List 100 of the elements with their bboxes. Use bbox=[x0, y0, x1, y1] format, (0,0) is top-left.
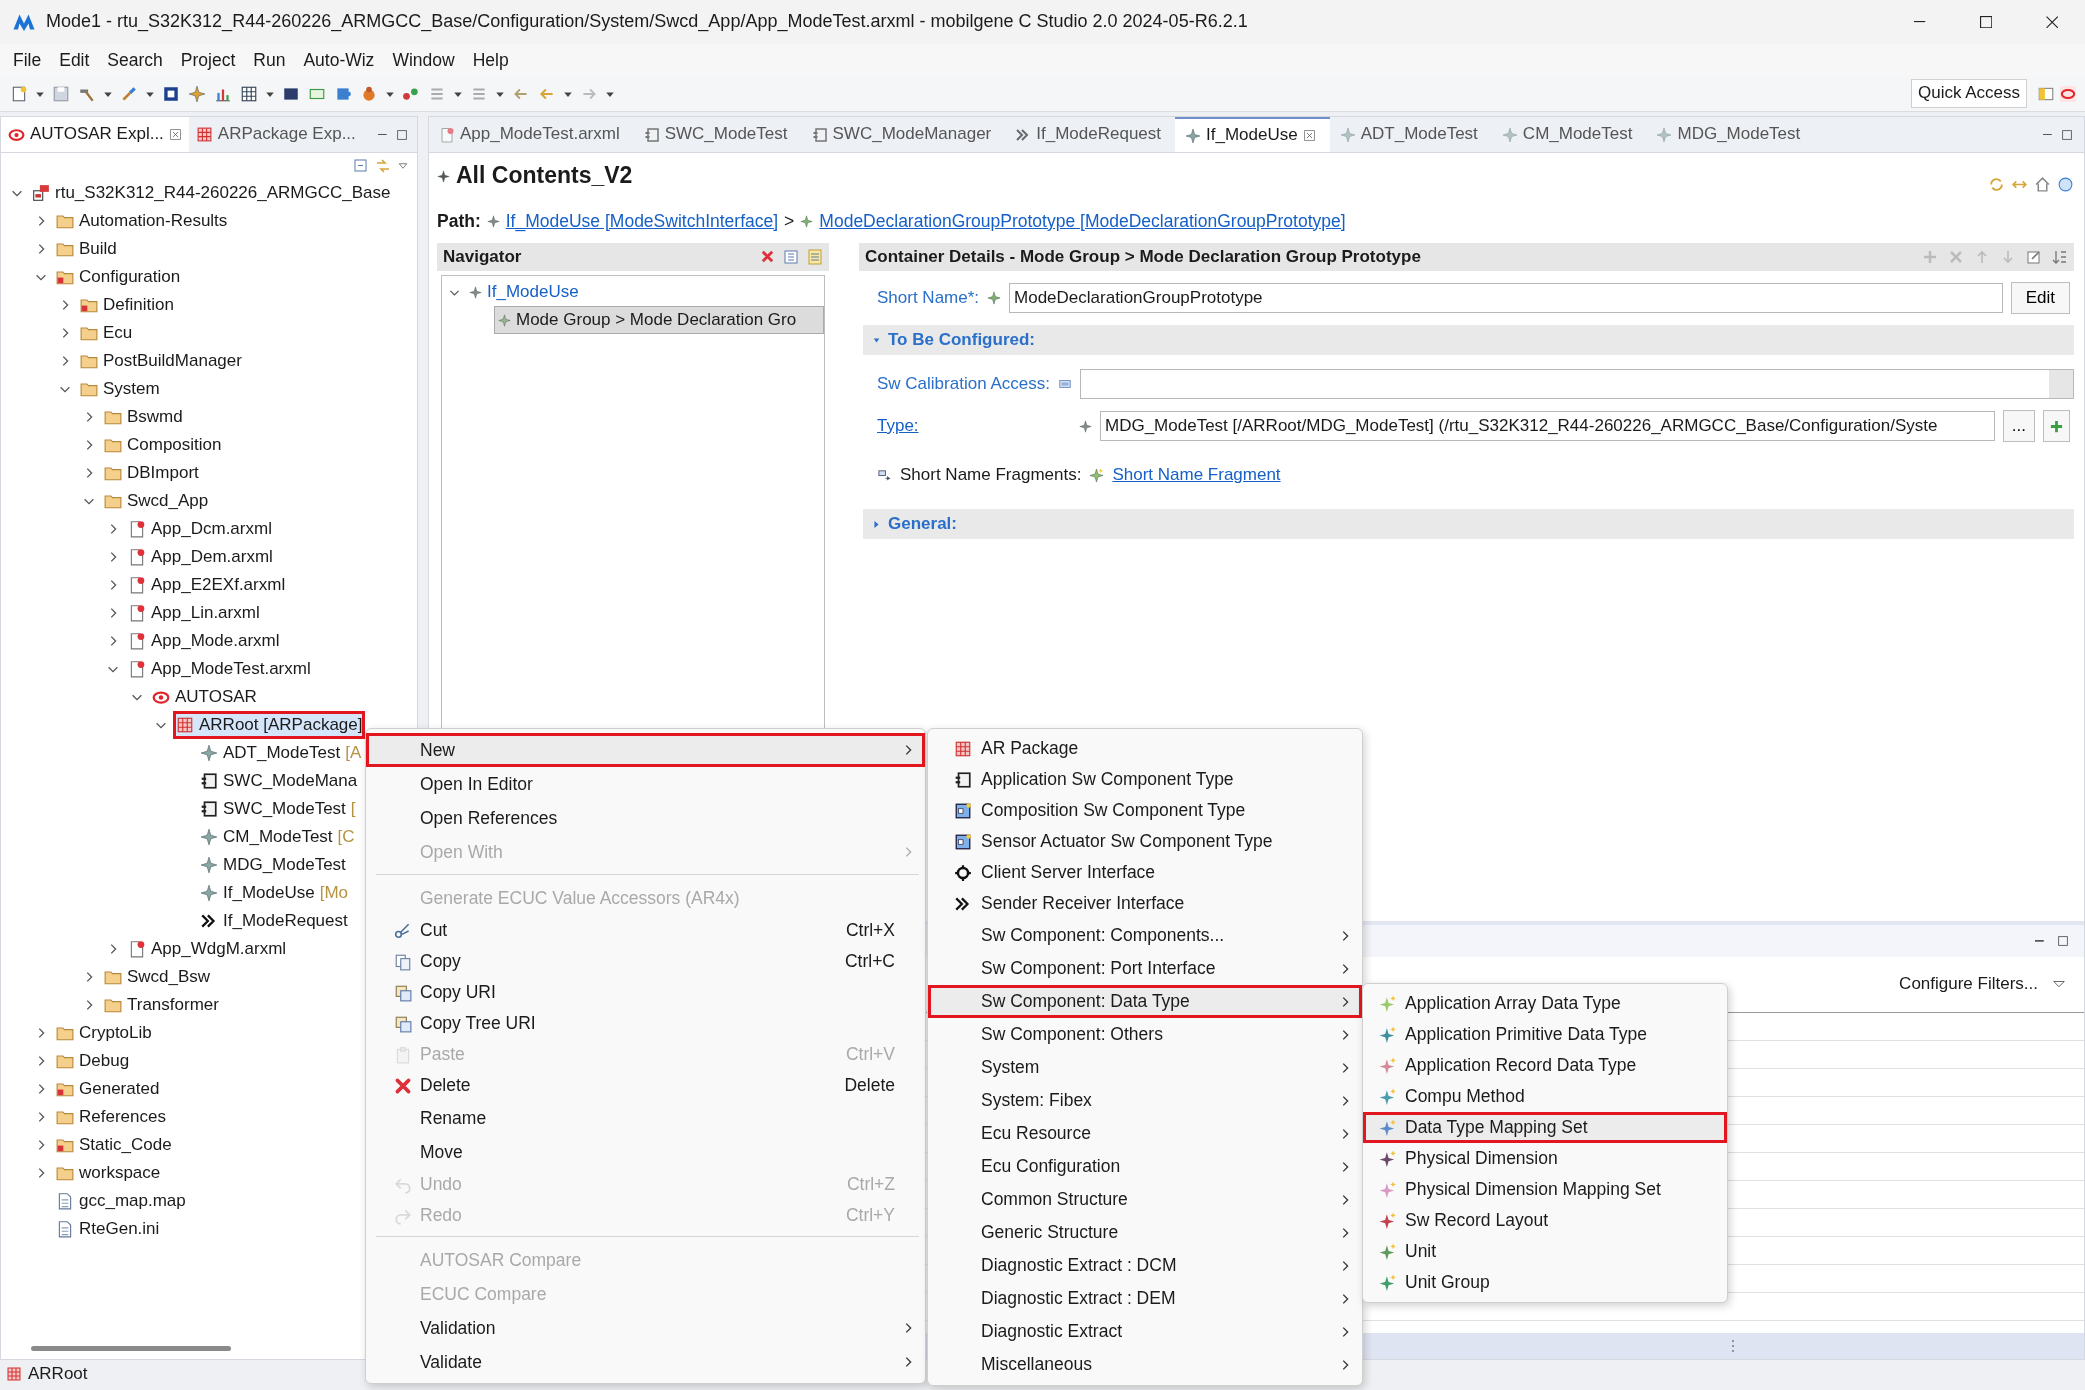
filter-link[interactable]: Configure Filters... bbox=[1899, 974, 2038, 995]
editor-tab[interactable]: App_ModeTest.arxml bbox=[429, 117, 634, 152]
tree-item[interactable]: Automation-Results bbox=[53, 207, 231, 235]
menu-item[interactable]: Sender Receiver Interface bbox=[928, 888, 1362, 919]
tree-item[interactable]: Mode Group > Mode Declaration Gro bbox=[494, 306, 824, 334]
menu-item[interactable]: Sw Component: Components... bbox=[928, 919, 1362, 952]
menu-item[interactable]: Copy URI bbox=[366, 977, 925, 1008]
tree-item[interactable]: gcc_map.map bbox=[53, 1187, 189, 1215]
tree-item[interactable]: If_ModeUse [Mo bbox=[197, 879, 351, 907]
menu-item[interactable]: Application Primitive Data Type bbox=[1363, 1019, 1727, 1050]
menu-item[interactable]: Help bbox=[463, 49, 518, 71]
menu-item[interactable]: Open In Editor bbox=[366, 767, 925, 801]
menu-item[interactable]: Sw Component: Others bbox=[928, 1018, 1362, 1051]
tree-item[interactable]: App_E2EXf.arxml bbox=[125, 571, 289, 599]
menu-item[interactable]: Edit bbox=[50, 49, 99, 71]
path-link[interactable]: If_ModeUse [ModeSwitchInterface] bbox=[505, 210, 779, 232]
editor-tab[interactable]: SWC_ModeManager bbox=[801, 117, 1006, 152]
tree-item[interactable]: App_Dcm.arxml bbox=[125, 515, 275, 543]
editor-tab[interactable]: SWC_ModeTest bbox=[633, 117, 802, 152]
tree-item[interactable]: Static_Code bbox=[53, 1131, 175, 1159]
tree-item[interactable]: Generated bbox=[53, 1075, 163, 1103]
tree-item[interactable]: If_ModeUse bbox=[466, 278, 582, 306]
menu-item[interactable]: Run bbox=[244, 49, 295, 71]
tree-item[interactable]: Debug bbox=[53, 1047, 133, 1075]
tree-item[interactable]: AUTOSAR bbox=[149, 683, 260, 711]
menu-item[interactable]: Ecu Configuration bbox=[928, 1150, 1362, 1183]
editor-tab[interactable]: MDG_ModeTest bbox=[1646, 117, 1815, 152]
menu-item[interactable]: Diagnostic Extract : DCM bbox=[928, 1249, 1362, 1282]
tree-item[interactable]: workspace bbox=[53, 1159, 164, 1187]
menu-item[interactable]: Application Sw Component Type bbox=[928, 764, 1362, 795]
tree-item[interactable]: RteGen.ini bbox=[53, 1215, 163, 1243]
editor-tab[interactable]: ADT_ModeTest bbox=[1329, 117, 1492, 152]
tree-item[interactable]: CryptoLib bbox=[53, 1019, 155, 1047]
menu-item[interactable]: Common Structure bbox=[928, 1183, 1362, 1216]
tree-item[interactable]: SWC_ModeTest [ bbox=[197, 795, 359, 823]
menu-item[interactable]: Application Record Data Type bbox=[1363, 1050, 1727, 1081]
menu-item[interactable]: Miscellaneous bbox=[928, 1348, 1362, 1381]
tree-item[interactable]: CM_ModeTest [C bbox=[197, 823, 358, 851]
type-field[interactable]: MDG_ModeTest [/ARRoot/MDG_ModeTest] (/rtu_S32K312_R44-260226_ARMGCC_Base/Configuration/Syste bbox=[1100, 411, 1995, 441]
tree-item[interactable]: Build bbox=[53, 235, 120, 263]
tree-item[interactable]: App_Mode.arxml bbox=[125, 627, 283, 655]
field-label-link[interactable]: Type: bbox=[877, 415, 1071, 437]
tree-item[interactable]: Ecu bbox=[77, 319, 136, 347]
tree-item[interactable]: App_Dem.arxml bbox=[125, 543, 276, 571]
menu-item[interactable]: Project bbox=[171, 49, 245, 71]
tree-item[interactable]: Composition bbox=[101, 431, 225, 459]
menu-item[interactable]: Delete Delete bbox=[366, 1070, 925, 1101]
tree-item[interactable]: App_ModeTest.arxml bbox=[125, 655, 314, 683]
panel-tab[interactable]: AUTOSAR Expl... bbox=[1, 117, 189, 152]
tree-item[interactable]: Transformer bbox=[101, 991, 222, 1019]
tree-item[interactable]: SWC_ModeMana bbox=[197, 767, 361, 795]
tree-item[interactable]: If_ModeRequest bbox=[197, 907, 351, 935]
menu-item[interactable]: Cut Ctrl+X bbox=[366, 915, 925, 946]
tree-item[interactable]: ARRoot [ARPackage] bbox=[173, 711, 366, 739]
menu-item[interactable]: Copy Ctrl+C bbox=[366, 946, 925, 977]
menu-item[interactable]: Data Type Mapping Set bbox=[1363, 1112, 1727, 1143]
menu-item[interactable]: Validate bbox=[366, 1345, 925, 1379]
menu-item[interactable]: Open References bbox=[366, 801, 925, 835]
tree-item[interactable]: PostBuildManager bbox=[77, 347, 245, 375]
menu-item[interactable]: Application Array Data Type bbox=[1363, 988, 1727, 1019]
menu-item[interactable]: File bbox=[4, 49, 51, 71]
menu-item[interactable]: System bbox=[928, 1051, 1362, 1084]
menu-item[interactable]: Physical Dimension Mapping Set bbox=[1363, 1174, 1727, 1205]
path-link[interactable]: ModeDeclarationGroupPrototype [ModeDeclarationGroupPrototype] bbox=[819, 210, 1346, 232]
menu-item[interactable]: Validation bbox=[366, 1311, 925, 1345]
tree-item[interactable]: rtu_S32K312_R44-260226_ARMGCC_Base bbox=[29, 179, 394, 207]
menu-item[interactable]: Search bbox=[98, 49, 172, 71]
tree-item[interactable]: App_WdgM.arxml bbox=[125, 935, 290, 963]
section-header[interactable]: General: bbox=[863, 509, 2074, 539]
tree-item[interactable]: ADT_ModeTest [A bbox=[197, 739, 365, 767]
panel-tab[interactable]: ARPackage Exp... bbox=[188, 117, 363, 152]
menu-item[interactable]: Diagnostic Extract : DEM bbox=[928, 1282, 1362, 1315]
menu-item[interactable]: Generic Structure bbox=[928, 1216, 1362, 1249]
tree-item[interactable]: Bswmd bbox=[101, 403, 186, 431]
menu-item[interactable]: Diagnostic Extract bbox=[928, 1315, 1362, 1348]
menu-item[interactable]: Physical Dimension bbox=[1363, 1143, 1727, 1174]
fragment-link[interactable]: Short Name Fragment bbox=[1112, 464, 1281, 486]
quick-access-field[interactable]: Quick Access bbox=[1910, 79, 2027, 108]
tree-item[interactable]: Swcd_App bbox=[101, 487, 212, 515]
menu-item[interactable]: AR Package bbox=[928, 733, 1362, 764]
menu-item[interactable]: Composition Sw Component Type bbox=[928, 795, 1362, 826]
menu-item[interactable]: Sw Component: Data Type bbox=[928, 985, 1362, 1018]
tree-item[interactable]: MDG_ModeTest bbox=[197, 851, 349, 879]
menu-item[interactable]: Client Server Interface bbox=[928, 857, 1362, 888]
menu-item[interactable]: Unit Group bbox=[1363, 1267, 1727, 1298]
menu-item[interactable]: Sensor Actuator Sw Component Type bbox=[928, 826, 1362, 857]
browse-button[interactable]: ... bbox=[2002, 410, 2035, 442]
editor-tab[interactable]: If_ModeUse bbox=[1175, 117, 1330, 152]
section-header[interactable]: To Be Configured: bbox=[863, 325, 2074, 355]
menu-item[interactable]: Ecu Resource bbox=[928, 1117, 1362, 1150]
tree-item[interactable]: Configuration bbox=[53, 263, 184, 291]
menu-item[interactable]: Sw Component: Port Interface bbox=[928, 952, 1362, 985]
menu-item[interactable]: Sw Record Layout bbox=[1363, 1205, 1727, 1236]
short-name-field[interactable]: ModeDeclarationGroupPrototype bbox=[1009, 283, 2003, 313]
tree-item[interactable]: Definition bbox=[77, 291, 177, 319]
editor-tab[interactable]: CM_ModeTest bbox=[1491, 117, 1647, 152]
menu-item[interactable]: Compu Method bbox=[1363, 1081, 1727, 1112]
menu-item[interactable]: Rename bbox=[366, 1101, 925, 1135]
editor-tab[interactable]: If_ModeRequest bbox=[1005, 117, 1175, 152]
tree-item[interactable]: App_Lin.arxml bbox=[125, 599, 263, 627]
